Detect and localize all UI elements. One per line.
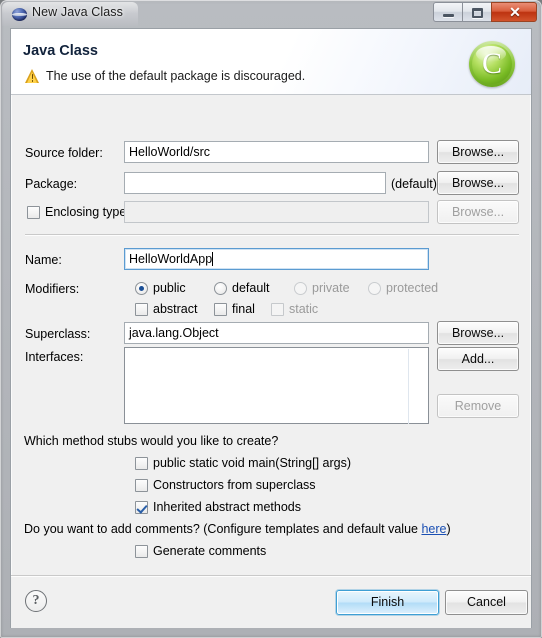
page-title: Java Class bbox=[23, 43, 98, 59]
text-caret bbox=[212, 252, 214, 266]
title-bar[interactable]: New Java Class ✕ bbox=[0, 0, 542, 28]
generate-comments-label: Generate comments bbox=[153, 544, 267, 558]
dialog-client-area: Java Class The use of the default packag… bbox=[10, 28, 532, 628]
modifier-checkbox-abstract[interactable] bbox=[135, 303, 148, 316]
package-input[interactable] bbox=[124, 172, 386, 194]
header-message: The use of the default package is discou… bbox=[46, 69, 306, 83]
enclosing-type-input[interactable] bbox=[124, 201, 429, 223]
dialog-button-bar: ? Finish Cancel bbox=[11, 575, 531, 628]
enclosing-type-browse-button[interactable]: Browse... bbox=[437, 200, 519, 224]
interfaces-add-button[interactable]: Add... bbox=[437, 347, 519, 371]
badge-letter: C bbox=[481, 47, 502, 80]
close-icon: ✕ bbox=[509, 4, 521, 20]
comments-question-prefix: Do you want to add comments? (Configure … bbox=[24, 522, 422, 536]
superclass-label: Superclass: bbox=[25, 327, 91, 341]
modifier-label-public: public bbox=[153, 281, 186, 295]
modifier-label-private: private bbox=[312, 281, 350, 295]
minimize-icon bbox=[443, 14, 454, 17]
modifier-label-protected: protected bbox=[386, 281, 439, 295]
stub-checkbox-constructors[interactable] bbox=[135, 479, 148, 492]
source-folder-label: Source folder: bbox=[25, 146, 103, 160]
window-controls: ✕ bbox=[433, 2, 537, 23]
modifier-checkbox-final[interactable] bbox=[214, 303, 227, 316]
stub-label-inherited: Inherited abstract methods bbox=[153, 500, 301, 514]
package-browse-button[interactable]: Browse... bbox=[437, 171, 519, 195]
superclass-browse-button[interactable]: Browse... bbox=[437, 321, 519, 345]
warning-icon bbox=[25, 69, 40, 83]
name-label: Name: bbox=[25, 253, 62, 267]
comments-question-suffix: ) bbox=[446, 522, 451, 536]
help-icon[interactable]: ? bbox=[25, 590, 47, 612]
package-label: Package: bbox=[25, 177, 78, 191]
divider-top bbox=[25, 234, 519, 235]
wizard-form: Source folder: HelloWorld/src Browse... … bbox=[11, 95, 531, 575]
minimize-button[interactable] bbox=[433, 2, 462, 22]
dialog-window: New Java Class ✕ Java Class The use of t… bbox=[0, 0, 542, 638]
name-input-value: HelloWorldApp bbox=[129, 252, 213, 266]
interfaces-list[interactable] bbox=[124, 347, 429, 424]
stub-label-main: public static void main(String[] args) bbox=[153, 456, 351, 470]
generate-comments-checkbox[interactable] bbox=[135, 545, 148, 558]
stub-checkbox-main[interactable] bbox=[135, 457, 148, 470]
maximize-button[interactable] bbox=[462, 2, 491, 22]
cancel-button[interactable]: Cancel bbox=[445, 590, 528, 615]
configure-templates-link[interactable]: here bbox=[421, 522, 446, 536]
modifier-radio-default[interactable] bbox=[214, 282, 227, 295]
modifier-radio-public[interactable] bbox=[135, 282, 148, 295]
interfaces-scrollbar[interactable] bbox=[408, 349, 409, 424]
java-class-badge-icon: C bbox=[466, 38, 520, 92]
source-folder-input[interactable]: HelloWorld/src bbox=[124, 141, 429, 163]
superclass-input[interactable]: java.lang.Object bbox=[124, 322, 429, 344]
modifier-label-final: final bbox=[232, 302, 255, 316]
method-stubs-question: Which method stubs would you like to cre… bbox=[24, 434, 279, 448]
modifier-label-abstract: abstract bbox=[153, 302, 198, 316]
enclosing-type-label: Enclosing type: bbox=[45, 205, 130, 219]
source-folder-browse-button[interactable]: Browse... bbox=[437, 140, 519, 164]
interfaces-remove-button[interactable]: Remove bbox=[437, 394, 519, 418]
enclosing-type-checkbox[interactable] bbox=[27, 206, 40, 219]
package-default-hint: (default) bbox=[391, 177, 437, 191]
modifier-radio-protected[interactable] bbox=[368, 282, 381, 295]
stub-checkbox-inherited[interactable] bbox=[135, 501, 148, 514]
comments-question: Do you want to add comments? (Configure … bbox=[24, 522, 451, 536]
close-button[interactable]: ✕ bbox=[491, 2, 537, 22]
java-sphere-icon bbox=[12, 7, 27, 22]
wizard-header: Java Class The use of the default packag… bbox=[11, 29, 531, 95]
stub-label-constructors: Constructors from superclass bbox=[153, 478, 316, 492]
window-title: New Java Class bbox=[32, 5, 124, 19]
modifier-label-default: default bbox=[232, 281, 270, 295]
interfaces-label: Interfaces: bbox=[25, 350, 84, 364]
maximize-icon bbox=[472, 8, 483, 18]
modifier-label-static: static bbox=[289, 302, 319, 316]
name-input[interactable]: HelloWorldApp bbox=[124, 248, 429, 270]
modifiers-label: Modifiers: bbox=[25, 282, 80, 296]
finish-button[interactable]: Finish bbox=[336, 590, 439, 615]
modifier-radio-private[interactable] bbox=[294, 282, 307, 295]
modifier-checkbox-static[interactable] bbox=[271, 303, 284, 316]
header-message-row: The use of the default package is discou… bbox=[25, 69, 305, 83]
